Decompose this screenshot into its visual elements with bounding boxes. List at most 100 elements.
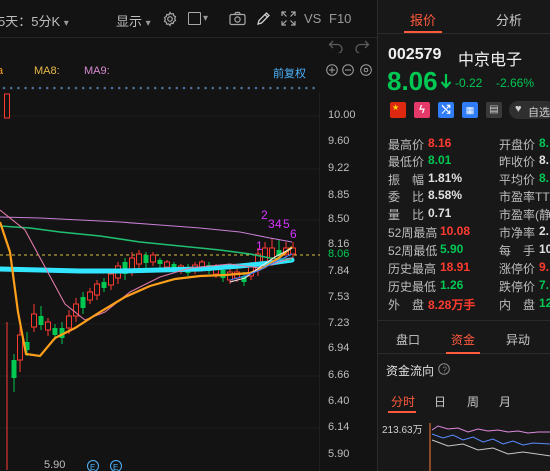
pe-static-label: 市盈率(静 — [499, 208, 550, 222]
inner-label: 内 盘 — [499, 298, 536, 312]
price-tick: 8.50 — [328, 213, 350, 225]
period-tab-month[interactable]: 月 — [499, 393, 511, 410]
chevron-down-icon[interactable]: ▾ — [203, 13, 208, 24]
period-tab-day[interactable]: 日 — [434, 393, 446, 410]
connect-icon[interactable]: ⤭ — [438, 102, 454, 118]
time-dot — [175, 86, 179, 90]
time-dot — [247, 86, 251, 90]
time-dot — [182, 86, 186, 90]
zoom-in-icon[interactable] — [326, 64, 338, 76]
time-dot — [204, 86, 207, 90]
event-e-icon[interactable]: E — [110, 460, 122, 471]
avg-value: 8. — [539, 171, 550, 185]
time-dot — [197, 86, 200, 90]
w52-high-value: 10.08 — [440, 224, 471, 238]
fullscreen-icon[interactable] — [281, 11, 296, 26]
time-dot — [283, 86, 287, 90]
redo-icon[interactable] — [354, 39, 370, 53]
time-dot — [24, 86, 27, 90]
flow-line-pink — [431, 425, 550, 434]
event-e-icon[interactable]: E — [87, 460, 99, 471]
camera-icon[interactable] — [229, 11, 246, 26]
add-watchlist-button[interactable]: ♥ 自选 — [509, 101, 550, 119]
candle — [38, 306, 44, 330]
candle — [73, 298, 79, 322]
time-dot — [305, 86, 308, 90]
avg-label: 平均价 — [499, 173, 536, 187]
zoom-out-icon[interactable] — [342, 64, 354, 76]
hist-low-value: 1.26 — [440, 278, 464, 292]
candle — [136, 250, 142, 270]
arrow-down-icon — [440, 74, 452, 89]
candle — [94, 280, 100, 300]
hist-high-label: 历史最高 — [388, 262, 437, 276]
settings-gear-small-icon[interactable] — [360, 64, 372, 76]
low-label: 最低价 — [388, 155, 425, 169]
info-icon[interactable]: ? — [438, 363, 450, 375]
time-dot — [9, 86, 13, 90]
fuquan-button[interactable]: 前复权 — [273, 65, 306, 81]
gear-icon[interactable] — [162, 11, 178, 27]
time-dot — [233, 86, 236, 90]
candle — [157, 258, 163, 268]
chevron-down-icon: ▾ — [63, 18, 69, 29]
price-tick: 9.22 — [328, 162, 350, 174]
price-tick: 6.66 — [328, 369, 350, 381]
time-dot — [67, 86, 71, 90]
low-price-marker: 5.90 — [44, 459, 65, 471]
ma9-label: MA9: — [84, 65, 110, 77]
ratio-value: 8.58% — [428, 188, 463, 202]
time-dot — [53, 86, 56, 90]
vs-compare-button[interactable]: VS — [304, 11, 321, 26]
prev-close-value: 8. — [539, 153, 550, 167]
flow-line-white — [431, 439, 550, 457]
tab-quote[interactable]: 报价 — [410, 10, 436, 29]
price-tick: 10.00 — [328, 109, 356, 121]
vol-ratio-label: 量 比 — [388, 208, 425, 222]
tab-abnormal[interactable]: 异动 — [506, 331, 530, 348]
candle — [150, 252, 156, 266]
price-tick: 6.40 — [328, 395, 350, 407]
period-selector[interactable]: 5天：5分K ▾ — [0, 11, 69, 30]
time-dot — [312, 86, 315, 90]
undo-icon[interactable] — [328, 39, 344, 53]
ma8-label: MA8: — [34, 65, 60, 77]
kline-chart-pane[interactable]: 5天：5分K ▾ 显示 ▾ ▾ VS F10 a MA8: MA9: 前复权 1… — [0, 0, 377, 471]
time-dot — [254, 86, 258, 90]
time-dot — [31, 86, 35, 90]
ma-legend-row: a MA8: MA9: 前复权 — [0, 62, 377, 82]
candlestick-plot[interactable]: 1 23 4 56 5.90 E E — [0, 92, 320, 471]
high-label: 最高价 — [388, 138, 425, 152]
price-tick: 8.85 — [328, 189, 350, 201]
time-dot — [132, 86, 135, 90]
candle — [143, 252, 149, 268]
period-tab-intraday[interactable]: 分时 — [391, 393, 415, 410]
tab-capital[interactable]: 资金 — [451, 331, 475, 348]
pb-value: 2. — [539, 224, 550, 238]
note-icon[interactable]: ▤ — [486, 102, 502, 118]
time-dot — [161, 86, 164, 90]
capital-flow-title: 资金流向 — [386, 364, 435, 378]
low-value: 8.01 — [428, 153, 452, 167]
period-tab-week[interactable]: 周 — [467, 393, 479, 410]
pencil-icon[interactable] — [256, 11, 271, 26]
candle — [80, 292, 86, 314]
tab-analysis[interactable]: 分析 — [496, 10, 522, 29]
lot-label: 每 手 — [499, 244, 536, 258]
price-axis: 10.00 9.60 9.22 8.85 8.50 8.16 8.06 7.84 7.53 7.2… — [320, 92, 377, 471]
chart-data-icon[interactable]: ▦ — [462, 102, 478, 118]
open-label: 开盘价 — [499, 138, 536, 152]
f10-button[interactable]: F10 — [329, 11, 351, 26]
flow-line-blue — [431, 433, 550, 446]
display-menu[interactable]: 显示 ▾ — [116, 11, 151, 30]
candle — [290, 242, 296, 258]
margin-trading-icon[interactable]: ϟ — [414, 102, 430, 118]
hist-low-label: 历史最低 — [388, 280, 437, 294]
pb-label: 市净率 — [499, 226, 536, 240]
checkbox-icon[interactable] — [188, 12, 201, 25]
vol-ratio-value: 0.71 — [428, 206, 452, 220]
ma-legend-fragment: a — [0, 65, 4, 77]
tab-handicap[interactable]: 盘口 — [396, 331, 420, 348]
time-dot — [96, 86, 99, 90]
w52-high-label: 52周最高 — [388, 226, 438, 240]
